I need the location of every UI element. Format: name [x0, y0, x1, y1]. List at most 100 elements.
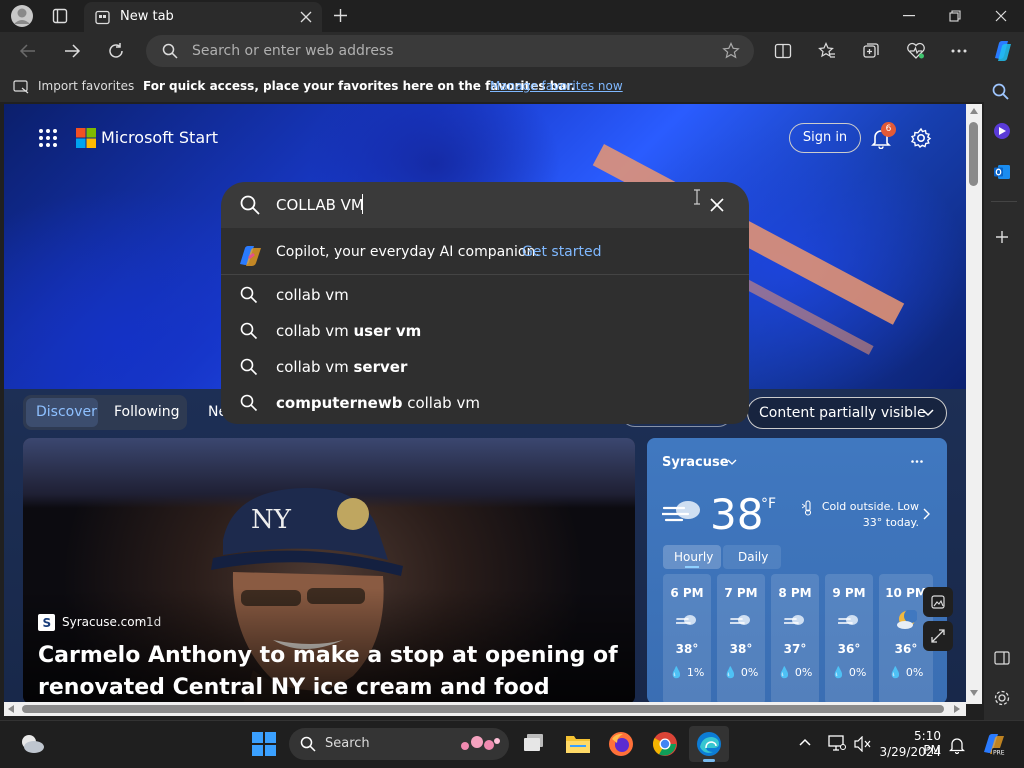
weather-more-icon[interactable] — [911, 460, 923, 463]
page-settings-gear-icon[interactable] — [910, 127, 932, 149]
suggestion-item[interactable]: collab vm — [221, 277, 749, 313]
city-chevron-down-icon[interactable] — [727, 459, 737, 466]
windows-start-icon[interactable] — [252, 732, 276, 756]
tab-hourly[interactable]: Hourly — [663, 545, 721, 569]
task-view-icon[interactable] — [522, 732, 546, 754]
speaker-muted-icon[interactable] — [854, 736, 872, 752]
minimize-button[interactable] — [903, 15, 915, 17]
tab-following[interactable]: Following — [114, 404, 180, 420]
chevron-down-icon — [922, 409, 934, 417]
hour-time: 7 PM — [724, 586, 758, 600]
hour-temp: 36° — [837, 642, 861, 656]
tab-actions-icon[interactable] — [52, 8, 68, 24]
horizontal-scroll-thumb[interactable] — [22, 705, 944, 713]
search-icon — [162, 43, 178, 59]
clock-date[interactable]: 3/29/2024 — [871, 745, 941, 759]
weather-unit[interactable]: °F — [761, 496, 776, 512]
sidebar-copilot-icon[interactable] — [993, 122, 1011, 140]
chrome-icon[interactable] — [652, 731, 678, 757]
firefox-icon[interactable] — [608, 731, 634, 757]
close-window-button[interactable] — [995, 10, 1007, 22]
file-explorer-icon[interactable] — [565, 733, 591, 755]
app-launcher-icon[interactable] — [38, 128, 58, 148]
sign-in-button[interactable]: Sign in — [789, 123, 861, 153]
favorite-star-icon[interactable] — [722, 42, 740, 60]
vertical-scroll-thumb[interactable] — [969, 122, 978, 186]
hour-time: 6 PM — [670, 586, 704, 600]
weather-city[interactable]: Syracuse — [662, 455, 729, 470]
more-menu-icon[interactable] — [951, 49, 967, 53]
outlook-icon[interactable] — [993, 163, 1011, 181]
refresh-button[interactable] — [107, 42, 125, 60]
hour-precip: 💧 0% — [723, 666, 759, 679]
hourly-forecast-item[interactable]: 8 PM 37° 💧 0% — [771, 574, 819, 704]
profile-avatar[interactable] — [10, 4, 34, 28]
image-icon — [931, 595, 945, 609]
copilot-icon[interactable] — [989, 38, 1015, 64]
split-screen-icon[interactable] — [774, 42, 792, 60]
hide-sidebar-icon[interactable] — [994, 651, 1010, 665]
droplet-icon: 💧 — [723, 666, 738, 679]
collections-icon[interactable] — [862, 42, 880, 60]
favorites-icon[interactable] — [818, 42, 836, 60]
suggestion-item[interactable]: collab vm user vm — [221, 313, 749, 349]
suggestion-item[interactable]: collab vm server — [221, 349, 749, 385]
brand-title[interactable]: Microsoft Start — [101, 128, 218, 147]
scroll-right-arrow-icon[interactable] — [954, 705, 960, 713]
news-card[interactable]: NY S Syracuse.com · 1d Carmelo Anthony t… — [23, 438, 635, 704]
page-search-box[interactable]: COLLAB VM — [221, 182, 749, 228]
browser-essentials-icon[interactable] — [906, 42, 926, 60]
hourly-forecast-item[interactable]: 6 PM 38° 💧 1% — [663, 574, 711, 704]
address-bar[interactable] — [146, 35, 754, 67]
favorites-bar: Import favorites For quick access, place… — [0, 72, 984, 102]
background-image-button[interactable] — [923, 587, 953, 617]
scroll-down-arrow-icon[interactable] — [970, 690, 978, 696]
import-favorites-icon[interactable] — [13, 78, 30, 95]
hour-precip: 💧 0% — [831, 666, 867, 679]
suggestion-item[interactable]: computernewb collab vm — [221, 385, 749, 421]
tab-daily[interactable]: Daily — [723, 545, 781, 569]
tab-discover[interactable]: Discover — [36, 404, 97, 420]
edge-sidebar — [984, 72, 1024, 720]
weather-temp: 38 — [710, 490, 764, 539]
news-source[interactable]: Syracuse.com — [62, 615, 146, 629]
manage-favorites-link[interactable]: Manage favorites now — [490, 79, 623, 93]
clear-search-icon[interactable] — [710, 198, 724, 212]
search-query-input[interactable]: COLLAB VM — [276, 196, 364, 214]
wind-icon — [784, 614, 806, 628]
content-visibility-dropdown[interactable]: Content partially visible — [747, 397, 947, 429]
import-favorites-link[interactable]: Import favorites — [38, 79, 134, 93]
copilot-suggestion[interactable]: Copilot, your everyday AI companion. Get… — [221, 234, 749, 274]
scroll-left-arrow-icon[interactable] — [8, 705, 14, 713]
address-input[interactable] — [192, 35, 712, 67]
network-icon[interactable] — [828, 735, 846, 751]
copilot-preview-icon[interactable]: PRE — [980, 731, 1006, 757]
expand-button[interactable] — [923, 621, 953, 651]
vertical-scrollbar[interactable] — [966, 104, 982, 704]
chevron-right-icon[interactable] — [923, 508, 930, 520]
sidebar-search-icon[interactable] — [992, 83, 1010, 101]
restore-button[interactable] — [949, 10, 961, 22]
sidebar-add-icon[interactable] — [995, 230, 1009, 244]
forward-button[interactable] — [63, 42, 81, 60]
tab-new-tab[interactable]: New tab — [84, 2, 322, 32]
scroll-up-arrow-icon[interactable] — [970, 108, 978, 114]
droplet-icon: 💧 — [831, 666, 846, 679]
hourly-forecast-item[interactable]: 7 PM 38° 💧 0% — [717, 574, 765, 704]
news-headline[interactable]: Carmelo Anthony to make a stop at openin… — [38, 640, 618, 704]
horizontal-scrollbar[interactable] — [4, 702, 966, 716]
notification-bell-icon[interactable] — [949, 736, 965, 754]
copilot-get-started-link[interactable]: Get started — [522, 244, 602, 260]
text-cursor — [362, 194, 363, 214]
weather-card[interactable]: Syracuse 38 °F Cold outside. Low 33° tod… — [647, 438, 947, 704]
new-tab-button[interactable] — [333, 8, 348, 23]
hourly-forecast-item[interactable]: 9 PM 36° 💧 0% — [825, 574, 873, 704]
back-button[interactable] — [19, 42, 37, 60]
weather-widget-icon[interactable] — [19, 732, 45, 754]
taskbar-search-box[interactable]: Search — [289, 728, 509, 760]
close-tab-icon[interactable] — [300, 11, 312, 23]
edge-taskbar-button[interactable] — [689, 726, 729, 762]
sidebar-settings-icon[interactable] — [993, 689, 1011, 707]
search-suggestions-dropdown: Copilot, your everyday AI companion. Get… — [221, 228, 749, 424]
system-tray-chevron-up-icon[interactable] — [799, 738, 811, 746]
